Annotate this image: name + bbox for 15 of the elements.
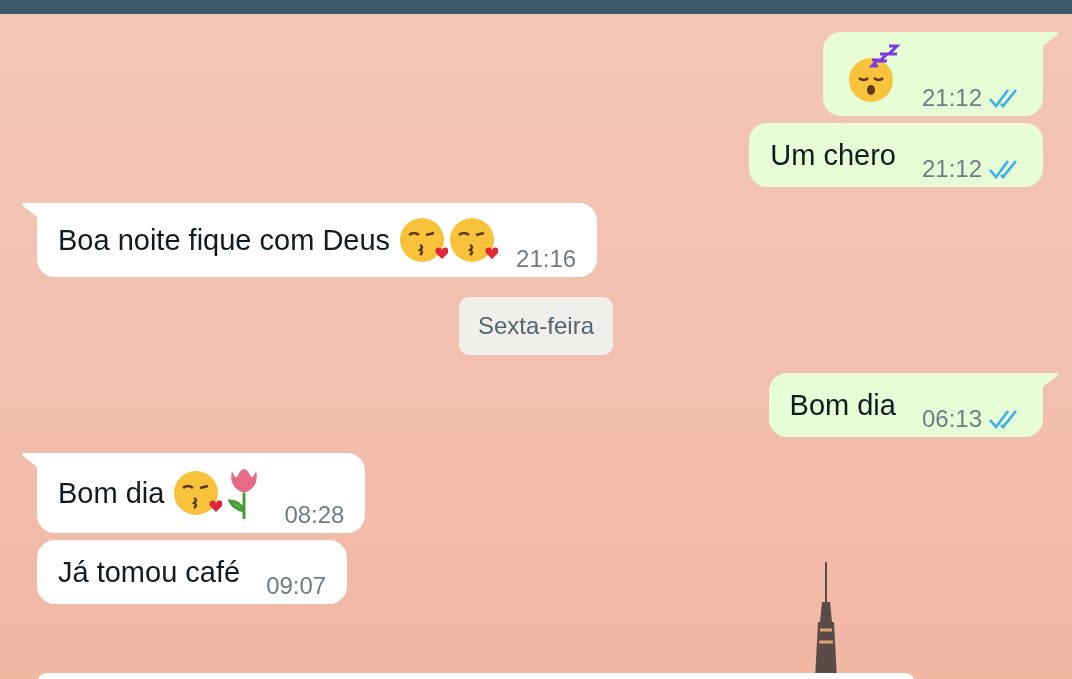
message-text: Bom dia [789,388,896,423]
message-time: 21:12 [921,155,982,183]
message-time: 21:16 [516,245,577,273]
message-text: Já tomou café [58,555,241,590]
date-chip: Sexta-feira [458,297,614,355]
message-text: Um chero [770,138,896,173]
message-text: Boa noite fique com Deus [58,223,391,258]
message-time: 21:12 [921,84,982,112]
message-time: 09:07 [266,572,327,600]
message-time: 08:28 [284,501,345,529]
kissing-face-icon [172,468,223,518]
message-text: Bom dia [58,476,165,511]
kissing-face-icon [398,215,449,265]
kissing-face-icon [448,215,499,265]
message-time: 06:13 [921,405,982,433]
